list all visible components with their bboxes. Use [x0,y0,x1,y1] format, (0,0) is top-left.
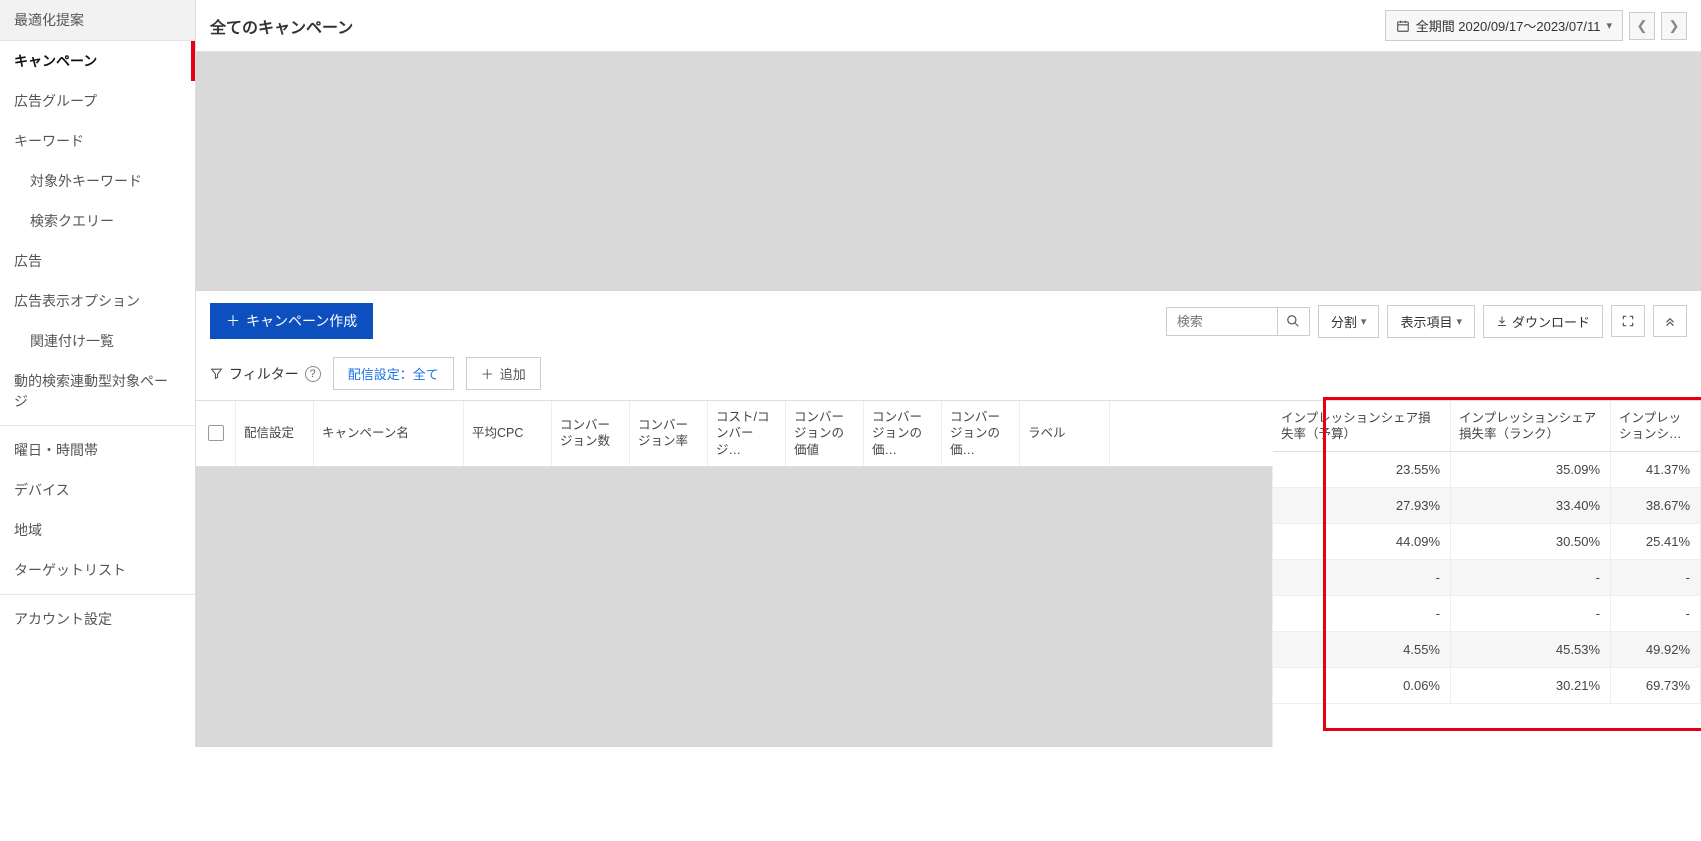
chevron-down-icon: ▾ [1456,315,1462,328]
split-button[interactable]: 分割▾ [1318,305,1380,338]
grid-body-left-masked [196,467,1273,747]
col-cost-per-conv[interactable]: コスト/コンバージ… [708,401,786,466]
sidebar-item-target-list[interactable]: ターゲットリスト [0,550,195,590]
expand-icon [1621,314,1635,328]
sidebar-item-device[interactable]: デバイス [0,470,195,510]
table-row[interactable]: 44.09%30.50%25.41% [1273,524,1701,560]
grid-body-right: 23.55%35.09%41.37%27.93%33.40%38.67%44.0… [1273,452,1701,704]
col-conv-rate[interactable]: コンバージョン率 [630,401,708,466]
grid-header-left: 配信設定 キャンペーン名 平均CPC コンバージョン数 コンバージョン率 コスト… [196,400,1273,467]
date-prev-button[interactable]: ❮ [1629,12,1655,40]
cell-is-loss-rank: - [1451,596,1611,631]
cell-is-loss-budget: 23.55% [1273,452,1451,487]
collapse-up-button[interactable] [1653,305,1687,337]
cell-impression-share: 38.67% [1611,488,1701,523]
chevron-down-icon: ▾ [1606,19,1612,32]
col-is-loss-budget[interactable]: インプレッションシェア損失率（予算） [1273,401,1451,451]
help-icon[interactable]: ? [305,366,321,382]
sidebar-item-account[interactable]: アカウント設定 [0,599,195,639]
filter-label: フィルター ? [210,364,321,384]
cell-is-loss-budget: 4.55% [1273,632,1451,667]
search-input[interactable] [1167,308,1277,335]
sidebar-item-ad-ext[interactable]: 広告表示オプション [0,281,195,321]
calendar-icon [1396,19,1410,33]
double-chevron-up-icon [1663,314,1677,328]
grid-header-right: インプレッションシェア損失率（予算） インプレッションシェア損失率（ランク） イ… [1273,400,1701,452]
cell-is-loss-rank: 45.53% [1451,632,1611,667]
create-campaign-label: キャンペーン作成 [246,311,357,331]
sidebar-item-neg-keyword[interactable]: 対象外キーワード [0,161,195,201]
table-row[interactable]: --- [1273,560,1701,596]
col-campaign-name[interactable]: キャンペーン名 [314,401,464,466]
cell-is-loss-budget: 27.93% [1273,488,1451,523]
col-is-loss-rank[interactable]: インプレッションシェア損失率（ランク） [1451,401,1611,451]
sidebar-item-adgroup[interactable]: 広告グループ [0,81,195,121]
table-row[interactable]: 23.55%35.09%41.37% [1273,452,1701,488]
table-row[interactable]: 4.55%45.53%49.92% [1273,632,1701,668]
table-row[interactable]: --- [1273,596,1701,632]
cell-is-loss-budget: 0.06% [1273,668,1451,703]
cell-impression-share: - [1611,560,1701,595]
col-label[interactable]: ラベル [1020,401,1110,466]
col-impression-share[interactable]: インプレッションシ… [1611,401,1701,451]
page-header: 全てのキャンペーン 全期間 2020/09/17～2023/07/11 ▾ ❮ … [196,0,1701,52]
cell-impression-share: 49.92% [1611,632,1701,667]
cell-is-loss-rank: - [1451,560,1611,595]
sidebar-item-optimize[interactable]: 最適化提案 [0,0,195,41]
cell-impression-share: 25.41% [1611,524,1701,559]
sidebar-item-ad[interactable]: 広告 [0,241,195,281]
create-campaign-button[interactable]: ＋ キャンペーン作成 [210,303,373,339]
sidebar-item-dsa-page[interactable]: 動的検索連動型対象ページ [0,361,195,421]
col-conv-value[interactable]: コンバージョンの価値 [786,401,864,466]
main: 全てのキャンペーン 全期間 2020/09/17～2023/07/11 ▾ ❮ … [196,0,1701,747]
grid-right-pane: インプレッションシェア損失率（予算） インプレッションシェア損失率（ランク） イ… [1273,400,1701,747]
cell-impression-share: - [1611,596,1701,631]
cell-is-loss-budget: - [1273,560,1451,595]
search-button[interactable] [1277,308,1309,335]
date-next-button[interactable]: ❯ [1661,12,1687,40]
funnel-icon [210,367,223,380]
sidebar-item-dow[interactable]: 曜日・時間帯 [0,430,195,470]
plus-icon: ＋ [481,364,494,383]
cell-is-loss-budget: 44.09% [1273,524,1451,559]
chevron-down-icon: ▾ [1361,315,1367,328]
col-conversions[interactable]: コンバージョン数 [552,401,630,466]
cell-impression-share: 41.37% [1611,452,1701,487]
sidebar-item-keyword[interactable]: キーワード [0,121,195,161]
col-avg-cpc[interactable]: 平均CPC [464,401,552,466]
table-row[interactable]: 27.93%33.40%38.67% [1273,488,1701,524]
expand-button[interactable] [1611,305,1645,337]
sidebar-item-assoc-list[interactable]: 関連付け一覧 [0,321,195,361]
cell-is-loss-rank: 30.50% [1451,524,1611,559]
search-box [1166,307,1310,336]
toolbar: ＋ キャンペーン作成 分割▾ 表示項目▾ ダウンロード [196,291,1701,351]
select-all-checkbox[interactable] [196,401,236,466]
download-icon [1496,315,1508,327]
search-icon [1286,314,1300,328]
sidebar-item-geo[interactable]: 地域 [0,510,195,550]
columns-button[interactable]: 表示項目▾ [1387,305,1475,338]
data-grid: 配信設定 キャンペーン名 平均CPC コンバージョン数 コンバージョン率 コスト… [196,400,1701,747]
cell-is-loss-rank: 33.40% [1451,488,1611,523]
col-conv-value-3[interactable]: コンバージョンの価… [942,401,1020,466]
filter-bar: フィルター ? 配信設定：全て ＋ 追加 [196,351,1701,400]
col-conv-value-2[interactable]: コンバージョンの価… [864,401,942,466]
filter-add-button[interactable]: ＋ 追加 [466,357,541,390]
sidebar: 最適化提案 キャンペーン 広告グループ キーワード 対象外キーワード 検索クエリ… [0,0,196,747]
sidebar-item-search-query[interactable]: 検索クエリー [0,201,195,241]
sidebar-item-campaign[interactable]: キャンペーン [0,41,195,81]
cell-is-loss-budget: - [1273,596,1451,631]
page-title: 全てのキャンペーン [210,14,353,38]
date-range-picker[interactable]: 全期間 2020/09/17～2023/07/11 ▾ [1385,10,1623,41]
filter-chip-delivery[interactable]: 配信設定：全て [333,357,454,390]
cell-impression-share: 69.73% [1611,668,1701,703]
date-range-text: 全期間 2020/09/17～2023/07/11 [1416,16,1601,35]
cell-is-loss-rank: 30.21% [1451,668,1611,703]
plus-icon: ＋ [226,311,240,331]
chart-area [196,52,1701,291]
download-button[interactable]: ダウンロード [1483,305,1603,338]
cell-is-loss-rank: 35.09% [1451,452,1611,487]
col-delivery[interactable]: 配信設定 [236,401,314,466]
table-row[interactable]: 0.06%30.21%69.73% [1273,668,1701,704]
